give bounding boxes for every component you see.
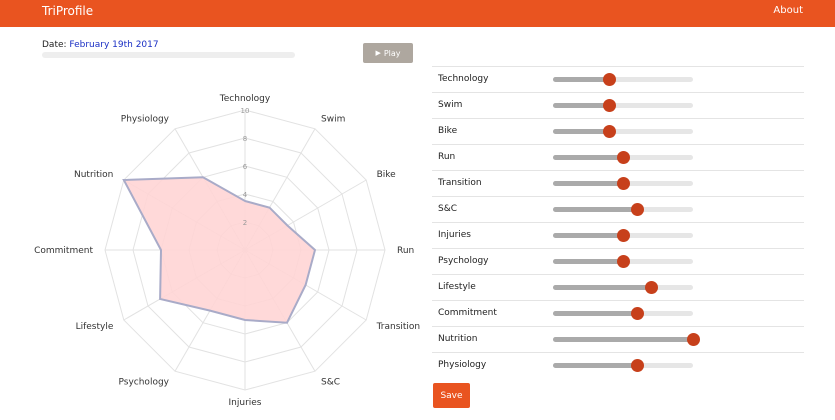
slider-thumb[interactable] — [617, 229, 630, 242]
slider-track[interactable] — [553, 203, 693, 216]
slider-label: Injuries — [438, 230, 471, 240]
slider-thumb[interactable] — [645, 281, 658, 294]
slider-label: Run — [438, 152, 456, 162]
slider-thumb[interactable] — [603, 73, 616, 86]
slider-row: Technology — [432, 66, 804, 92]
save-button[interactable]: Save — [433, 383, 470, 408]
slider-row: Transition — [432, 170, 804, 196]
radar-axis-label: S&C — [321, 378, 340, 388]
date-value: February 19th 2017 — [69, 40, 159, 50]
slider-row: Injuries — [432, 222, 804, 248]
slider-row: Lifestyle — [432, 274, 804, 300]
slider-label: Transition — [438, 178, 482, 188]
slider-thumb[interactable] — [687, 333, 700, 346]
slider-track[interactable] — [553, 99, 693, 112]
slider-label: Technology — [438, 74, 489, 84]
slider-thumb[interactable] — [631, 203, 644, 216]
slider-row: Swim — [432, 92, 804, 118]
top-navbar: TriProfile About — [0, 0, 835, 27]
radar-ring-label: 4 — [243, 191, 248, 199]
play-button-label: Play — [383, 48, 401, 58]
slider-panel: Technology Swim Bike Run Transition S&C Injuri… — [432, 66, 804, 378]
slider-track[interactable] — [553, 151, 693, 164]
date-label: Date: — [42, 40, 67, 50]
radar-axis-label: Run — [397, 246, 414, 256]
radar-axis-label: Bike — [377, 170, 397, 180]
slider-thumb[interactable] — [631, 307, 644, 320]
slider-label: Swim — [438, 100, 463, 110]
date-display: Date: February 19th 2017 — [42, 40, 159, 50]
slider-fill — [553, 181, 623, 186]
slider-row: Run — [432, 144, 804, 170]
slider-fill — [553, 77, 609, 82]
slider-label: S&C — [438, 204, 458, 214]
slider-label: Psychology — [438, 256, 489, 266]
slider-fill — [553, 259, 623, 264]
date-progress-bar[interactable] — [42, 52, 295, 58]
slider-label: Nutrition — [438, 334, 478, 344]
slider-label: Physiology — [438, 360, 487, 370]
slider-thumb[interactable] — [603, 99, 616, 112]
slider-fill — [553, 337, 693, 342]
slider-track[interactable] — [553, 255, 693, 268]
slider-track[interactable] — [553, 73, 693, 86]
nav-about-link[interactable]: About — [773, 5, 803, 16]
slider-row: Nutrition — [432, 326, 804, 352]
slider-fill — [553, 363, 637, 368]
radar-ring-label: 6 — [243, 163, 248, 171]
radar-axis-label: Lifestyle — [76, 322, 114, 332]
slider-track[interactable] — [553, 229, 693, 242]
slider-fill — [553, 155, 623, 160]
radar-chart: 2 4 6 8 10 Technology Swim Bike Run Transition S&C… — [34, 94, 420, 408]
play-icon: ▶ — [375, 49, 381, 57]
slider-fill — [553, 311, 637, 316]
slider-track[interactable] — [553, 333, 700, 346]
slider-track[interactable] — [553, 281, 693, 294]
radar-axis-label: Technology — [219, 94, 271, 104]
radar-ring-label: 8 — [243, 135, 247, 143]
slider-track[interactable] — [553, 125, 693, 138]
slider-thumb[interactable] — [617, 177, 630, 190]
slider-fill — [553, 285, 651, 290]
radar-ring-label: 2 — [243, 219, 247, 227]
slider-label: Bike — [438, 126, 458, 136]
slider-fill — [553, 233, 623, 238]
radar-axis-label: Nutrition — [74, 170, 113, 180]
slider-label: Lifestyle — [438, 282, 476, 292]
radar-axis-label: Transition — [376, 322, 420, 332]
radar-axis-label: Commitment — [34, 246, 93, 256]
slider-thumb[interactable] — [603, 125, 616, 138]
slider-thumb[interactable] — [631, 359, 644, 372]
slider-thumb[interactable] — [617, 151, 630, 164]
radar-axis-label: Injuries — [229, 398, 262, 408]
radar-axis-label: Physiology — [121, 114, 170, 124]
slider-thumb[interactable] — [617, 255, 630, 268]
slider-row: Commitment — [432, 300, 804, 326]
radar-axis-label: Psychology — [119, 378, 170, 388]
slider-track[interactable] — [553, 307, 693, 320]
slider-row: Psychology — [432, 248, 804, 274]
slider-row: Bike — [432, 118, 804, 144]
app-brand[interactable]: TriProfile — [42, 4, 93, 18]
slider-fill — [553, 207, 637, 212]
slider-row: S&C — [432, 196, 804, 222]
slider-row: Physiology — [432, 352, 804, 378]
slider-label: Commitment — [438, 308, 497, 318]
radar-ring-label: 10 — [241, 107, 250, 115]
slider-track[interactable] — [553, 177, 693, 190]
slider-fill — [553, 129, 609, 134]
radar-axis-label: Swim — [321, 114, 345, 124]
slider-fill — [553, 103, 609, 108]
slider-track[interactable] — [553, 359, 693, 372]
